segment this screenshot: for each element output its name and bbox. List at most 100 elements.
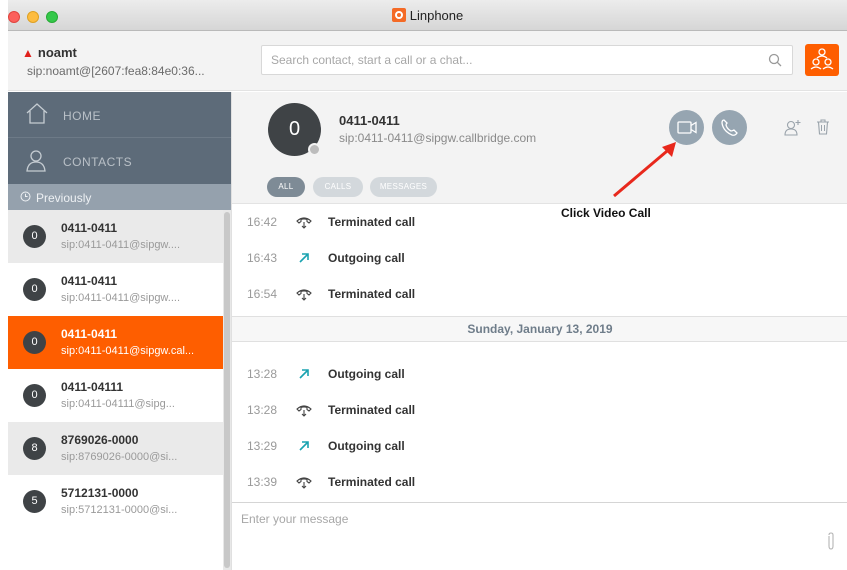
conference-icon (810, 48, 834, 70)
terminated-call-icon (296, 477, 312, 489)
event-time: 13:39 (247, 475, 278, 489)
history-row: 13:29 Outgoing call (232, 428, 847, 464)
filter-all[interactable]: ALL (267, 177, 305, 197)
main-nav: HOME CONTACTS (8, 92, 231, 184)
attachment-icon[interactable] (826, 531, 836, 551)
history-row: 13:28 Outgoing call (232, 356, 847, 392)
list-item[interactable]: 0 0411-0411 sip:0411-0411@sipgw.... (8, 210, 223, 263)
annotation-label: Click Video Call (561, 206, 651, 220)
search-icon[interactable] (768, 53, 782, 67)
history-row: 13:39 Terminated call (232, 464, 847, 500)
message-composer (232, 502, 847, 570)
event-text: Outgoing call (328, 251, 405, 265)
nav-contacts[interactable]: CONTACTS (8, 138, 231, 184)
window-title: Linphone (8, 8, 847, 23)
contact-sip: sip:0411-0411@sipgw.callbridge.com (339, 131, 537, 145)
event-time: 13:28 (247, 403, 278, 417)
window-title-text: Linphone (409, 8, 464, 23)
avatar: 0 (23, 225, 46, 248)
list-item-name: 5712131-0000 (61, 486, 139, 500)
event-time: 13:29 (247, 439, 278, 453)
list-item-sip: sip:0411-0411@sipgw.cal... (61, 345, 195, 357)
audio-call-button[interactable] (712, 110, 747, 145)
avatar: 0 (23, 278, 46, 301)
account-name-text: noamt (37, 45, 77, 60)
list-item[interactable]: 0 0411-0411 sip:0411-0411@sipgw.... (8, 263, 223, 316)
account-sip[interactable]: sip:noamt@[2607:fea8:84e0:36... (27, 64, 205, 78)
message-input[interactable] (241, 510, 801, 528)
event-text: Terminated call (328, 403, 416, 417)
event-text: Outgoing call (328, 367, 405, 381)
list-item-name: 8769026-0000 (61, 433, 139, 447)
history-list: 16:42 Terminated call 16:43 Outgoing cal… (232, 204, 847, 504)
nav-home[interactable]: HOME (8, 92, 231, 138)
list-item-sip: sip:0411-0411@sipgw.... (61, 292, 180, 304)
phone-icon (721, 119, 738, 136)
avatar: 0 (23, 384, 46, 407)
account-name[interactable]: ▲ noamt (22, 45, 77, 60)
previously-label: Previously (36, 191, 92, 205)
warning-icon: ▲ (22, 46, 34, 60)
outgoing-call-icon (299, 441, 309, 451)
conversation-panel: 0 0411-0411 sip:0411-0411@sipgw.callbrid… (231, 92, 847, 570)
search-input[interactable] (271, 46, 761, 74)
history-row: 13:28 Terminated call (232, 392, 847, 428)
history-row: 16:43 Outgoing call (232, 240, 847, 276)
history-row: 16:54 Terminated call (232, 276, 847, 312)
recent-list-scrollbar[interactable] (223, 210, 231, 570)
list-item-name: 0411-0411 (61, 221, 118, 235)
list-item-sip: sip:8769026-0000@si... (61, 451, 178, 463)
history-row: 16:42 Terminated call (232, 204, 847, 240)
presence-indicator (308, 143, 321, 156)
list-item-sip: sip:0411-0411@sipgw.... (61, 239, 180, 251)
nav-home-label: HOME (63, 109, 101, 123)
search-box[interactable] (261, 45, 793, 75)
list-item-sip: sip:0411-04111@sipg... (61, 398, 175, 410)
list-item-name: 0411-04111 (61, 380, 124, 394)
list-item[interactable]: 5 5712131-0000 sip:5712131-0000@si... (8, 475, 223, 528)
event-time: 16:42 (247, 215, 278, 229)
avatar: 0 (23, 331, 46, 354)
contact-header: 0 0411-0411 sip:0411-0411@sipgw.callbrid… (232, 92, 847, 164)
contact-name: 0411-0411 (339, 113, 400, 128)
previously-header: Previously (8, 184, 231, 210)
top-bar: ▲ noamt sip:noamt@[2607:fea8:84e0:36... (8, 31, 847, 91)
home-icon (26, 103, 48, 124)
event-time: 13:28 (247, 367, 278, 381)
event-time: 16:43 (247, 251, 278, 265)
list-item-name: 0411-0411 (61, 274, 118, 288)
terminated-call-icon (296, 217, 312, 229)
nav-contacts-label: CONTACTS (63, 155, 133, 169)
event-text: Outgoing call (328, 439, 405, 453)
linphone-logo-icon (391, 8, 406, 22)
date-separator: Sunday, January 13, 2019 (232, 316, 847, 342)
outgoing-call-icon (299, 253, 309, 263)
event-time: 16:54 (247, 287, 278, 301)
list-item-sip: sip:5712131-0000@si... (61, 504, 178, 516)
terminated-call-icon (296, 405, 312, 417)
avatar: 8 (23, 437, 46, 460)
delete-icon[interactable] (815, 118, 831, 136)
scrollbar-thumb[interactable] (224, 212, 230, 568)
list-item[interactable]: 8 8769026-0000 sip:8769026-0000@si... (8, 422, 223, 475)
history-filters: ALL CALLS MESSAGES (232, 164, 847, 204)
title-bar: Linphone (8, 0, 847, 31)
list-item[interactable]: 0 0411-04111 sip:0411-04111@sipg... (8, 369, 223, 422)
filter-calls[interactable]: CALLS (313, 177, 363, 197)
event-text: Terminated call (328, 215, 416, 229)
outgoing-call-icon (299, 369, 309, 379)
contacts-icon (26, 150, 46, 172)
conference-button[interactable] (805, 44, 839, 76)
event-text: Terminated call (328, 475, 416, 489)
sidebar: HOME CONTACTS Previously 0 0411-0411 sip… (8, 92, 231, 570)
list-item-selected[interactable]: 0 0411-0411 sip:0411-0411@sipgw.cal... (8, 316, 223, 369)
add-contact-icon[interactable] (783, 118, 803, 138)
event-text: Terminated call (328, 287, 416, 301)
terminated-call-icon (296, 289, 312, 301)
clock-icon (20, 191, 31, 202)
list-item-name: 0411-0411 (61, 327, 118, 341)
avatar: 5 (23, 490, 46, 513)
recent-list: 0 0411-0411 sip:0411-0411@sipgw.... 0 04… (8, 210, 223, 528)
linphone-window: Linphone ▲ noamt sip:noamt@[2607:fea8:84e… (8, 0, 847, 570)
filter-messages[interactable]: MESSAGES (370, 177, 437, 197)
